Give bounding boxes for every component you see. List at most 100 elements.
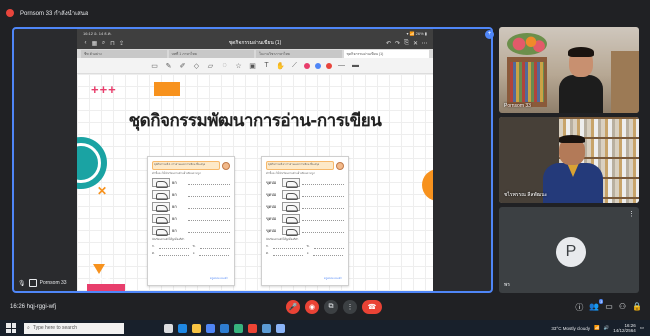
word: ยก (172, 203, 177, 209)
word: ยก (172, 191, 177, 197)
presenter-name: Pornsom 33 (39, 280, 67, 286)
participant-tile[interactable]: Pornsom 33 (499, 27, 639, 113)
word: ยก (172, 179, 177, 185)
chat-icon[interactable]: ▭ (605, 302, 613, 313)
pin-icon[interactable] (28, 279, 37, 287)
shape-icon[interactable]: ☆ (234, 61, 243, 70)
eraser-icon[interactable]: ◇ (192, 61, 201, 70)
weather-status[interactable]: 33°C Mostly cloudy (551, 326, 590, 331)
decor-plus: +++ (91, 82, 117, 97)
chrome-icon[interactable] (248, 323, 257, 333)
taskbar-search[interactable]: ⌕ Type here to search (24, 322, 124, 334)
share-icon[interactable]: ⇪ (117, 40, 126, 47)
participant-tile[interactable]: ชไรพรรณ ลีลพัฒนะ (499, 117, 639, 203)
thin-stroke-icon[interactable]: — (337, 61, 346, 70)
thick-stroke-icon[interactable]: ▬ (351, 61, 360, 70)
doc-tab[interactable]: บทที่ 1 ภาษาไทย (168, 50, 254, 58)
pen-icon[interactable]: ✎ (164, 61, 173, 70)
worksheet-question: นักเรียนอ่านคำได้ถูกต้องกี่คำ (266, 238, 299, 241)
store-icon[interactable] (206, 323, 215, 333)
leave-call-button[interactable]: ☎ (362, 300, 382, 314)
expand-icon[interactable]: + (485, 30, 494, 39)
grid-icon[interactable]: ▦ (90, 40, 99, 47)
edge-icon[interactable] (178, 323, 187, 333)
lock-icon[interactable]: 🔒 (632, 302, 642, 313)
clock[interactable]: 16:26 14/12/2564 (613, 323, 636, 333)
worksheet-footer: ครูพรสม ทองคำ (210, 277, 228, 280)
more-options-button[interactable]: ⋮ (343, 300, 357, 314)
color-swatch[interactable] (304, 62, 310, 69)
system-tray: 33°C Mostly cloudy 📶 🔊 16:26 14/12/2564 … (551, 323, 644, 333)
decor-x: ✕ (97, 184, 108, 198)
document-title: ชุดกิจกรรมอ่านเขียน (1) (228, 40, 282, 46)
worksheet-row: ยก (152, 177, 230, 188)
windows-start-icon[interactable] (6, 323, 16, 333)
lasso-icon[interactable]: ◌ (220, 61, 229, 70)
teacher-avatar (336, 161, 344, 170)
mic-off-button[interactable]: 🎤 (286, 300, 300, 314)
more-icon[interactable]: ⋯ (420, 40, 429, 47)
decor-waves (357, 290, 417, 293)
highlighter-icon[interactable]: ▱ (206, 61, 215, 70)
file-explorer-icon[interactable] (192, 323, 201, 333)
task-view-icon[interactable] (164, 323, 173, 333)
export-icon[interactable]: ⎘ (402, 40, 411, 47)
presenter-tag: 🎙 Pornsom 33 (18, 279, 67, 287)
doc-tab[interactable]: ชีท ตัวอย่าง (81, 50, 167, 58)
pencil-icon[interactable]: ✐ (178, 61, 187, 70)
word: ขุดบ่อ (266, 227, 277, 233)
close-doc-icon[interactable]: ✕ (411, 40, 420, 47)
app-icon[interactable] (262, 323, 271, 333)
volume-icon[interactable]: 🔊 (604, 325, 610, 331)
tablet-status-bar: 16:12 อ. 14 ธ.ค. ▾ 📶 26% ▮ (77, 29, 433, 37)
worksheet-row: ยก (152, 201, 230, 212)
presenting-icon (6, 9, 14, 17)
decor-orange-rect (154, 82, 180, 96)
color-swatch[interactable] (326, 62, 332, 69)
page-icon[interactable]: ▭ (150, 61, 159, 70)
participant-tile[interactable]: ⋮ P พร (499, 207, 639, 293)
color-swatch[interactable] (315, 62, 321, 69)
hand-icon[interactable]: ✋ (276, 61, 285, 70)
picture-icon (282, 177, 300, 188)
info-icon[interactable]: ⓘ (575, 302, 583, 313)
camera-off-button[interactable]: ◉ (305, 300, 319, 314)
undo-icon[interactable]: ↶ (384, 40, 393, 47)
text-icon[interactable]: T (262, 61, 271, 70)
image-icon[interactable]: ▣ (248, 61, 257, 70)
picture-icon (282, 213, 300, 224)
worksheet-instruction: คำชี้แจง ให้นักเรียนอ่านคำแล้วเขียนตามรู… (152, 172, 201, 175)
people-icon[interactable]: 👥 3 (589, 298, 604, 313)
answer-label: ก. (266, 244, 269, 248)
worksheet-row: ขุดบ่อ (266, 177, 344, 188)
participant-name: ชไรพรรณ ลีลพัฒนะ (504, 192, 548, 198)
network-icon[interactable]: 📶 (594, 325, 600, 331)
search-icon[interactable]: ⌕ (99, 40, 108, 47)
shared-screen-tile[interactable]: 16:12 อ. 14 ธ.ค. ▾ 📶 26% ▮ ‹ ▦ ⌕ ⊓ ⇪ ชุด… (12, 27, 493, 293)
back-icon[interactable]: ‹ (81, 40, 90, 46)
app-icon[interactable] (234, 323, 243, 333)
participant-name: Pornsom 33 (504, 103, 531, 109)
picture-icon (152, 225, 170, 236)
mail-icon[interactable] (220, 323, 229, 333)
worksheet-instruction: คำชี้แจง ให้นักเรียนอ่านคำแล้วเขียนตามรู… (266, 172, 315, 175)
doc-tab[interactable]: ใบงานวิชาภาษาไทย (256, 50, 342, 58)
worksheet-row: ขุดบ่อ (266, 189, 344, 200)
answer-label: ง. (192, 251, 196, 255)
notification-icon[interactable]: ▭ (640, 325, 644, 331)
word: ขุดบ่อ (266, 191, 277, 197)
activities-icon[interactable]: ⚇ (619, 302, 626, 313)
bookmark-icon[interactable]: ⊓ (108, 40, 117, 47)
word: ยก (172, 215, 177, 221)
clock-date: 14/12/2564 (613, 328, 636, 333)
camera-feed (499, 27, 639, 113)
doc-tab-active[interactable]: ชุดกิจกรรมอ่านเขียน (1) (343, 50, 429, 58)
present-button[interactable]: ⧉ (324, 300, 338, 314)
more-options-icon[interactable]: ⋮ (628, 210, 635, 218)
teacher-avatar (222, 161, 230, 170)
worksheet-row: ขุดบ่อ (266, 213, 344, 224)
laser-icon[interactable]: ⟋ (290, 61, 299, 70)
worksheet-answers: ค. ง. (152, 251, 230, 256)
app-icon[interactable] (276, 323, 285, 333)
redo-icon[interactable]: ↷ (393, 40, 402, 47)
